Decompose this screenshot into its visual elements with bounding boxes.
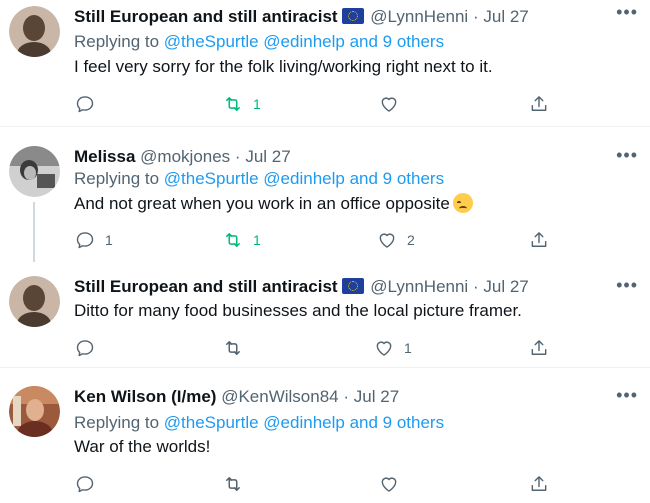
author-handle[interactable]: @LynnHenni xyxy=(370,7,468,26)
reply-icon xyxy=(76,96,94,113)
avatar[interactable] xyxy=(9,386,60,437)
avatar[interactable] xyxy=(9,146,60,197)
heart-icon xyxy=(379,233,395,248)
replying-to-label: Replying to xyxy=(74,32,160,51)
heart-icon xyxy=(381,477,397,492)
tweet-text: War of the worlds! xyxy=(74,437,211,456)
others-link[interactable]: and 9 others xyxy=(350,169,445,188)
author-handle[interactable]: @LynnHenni xyxy=(370,277,468,296)
replying-to-line: Replying to @theSpurtle @edinhelp and 9 … xyxy=(74,31,444,53)
author-name[interactable]: Melissa xyxy=(74,147,135,166)
tweet[interactable]: Still European and still antiracist @Lyn… xyxy=(0,275,650,360)
replying-to-label: Replying to xyxy=(74,169,160,188)
share-button[interactable] xyxy=(529,336,549,360)
tweet-date[interactable]: Jul 27 xyxy=(354,387,399,406)
retweet-button[interactable]: 1 xyxy=(223,228,261,252)
eu-flag-icon xyxy=(341,278,364,294)
author-name[interactable]: Still European and still antiracist xyxy=(74,7,338,26)
tweet[interactable]: Ken Wilson (I/me) @KenWilson84 · Jul 27 … xyxy=(0,385,650,503)
retweet-icon xyxy=(226,233,240,247)
share-icon xyxy=(531,340,547,355)
tweet-date[interactable]: Jul 27 xyxy=(483,7,528,26)
separator-dot: · xyxy=(472,7,479,26)
like-button[interactable]: 1 xyxy=(374,336,412,360)
more-options-icon[interactable]: ••• xyxy=(616,145,638,166)
replying-to-label: Replying to xyxy=(74,413,160,432)
author-handle[interactable]: @mokjones xyxy=(140,147,230,166)
mention-link[interactable]: @edinhelp xyxy=(263,32,345,51)
mention-link[interactable]: @theSpurtle xyxy=(164,169,259,188)
replying-to-line: Replying to @theSpurtle @edinhelp and 9 … xyxy=(74,168,444,190)
retweet-icon xyxy=(226,341,240,355)
retweet-button[interactable] xyxy=(223,472,253,496)
share-button[interactable] xyxy=(529,228,549,252)
disappointed-face-icon xyxy=(452,193,473,213)
reply-icon xyxy=(76,476,94,493)
author-handle[interactable]: @KenWilson84 xyxy=(221,387,338,406)
avatar[interactable] xyxy=(9,276,60,327)
others-link[interactable]: and 9 others xyxy=(350,413,445,432)
eu-flag-icon xyxy=(341,8,364,24)
separator-dot: · xyxy=(343,387,350,406)
replying-to-line: Replying to @theSpurtle @edinhelp and 9 … xyxy=(74,412,444,434)
divider xyxy=(0,367,650,368)
tweet-text: I feel very sorry for the folk living/wo… xyxy=(74,57,493,76)
heart-icon xyxy=(376,341,392,356)
tweet-date[interactable]: Jul 27 xyxy=(245,147,290,166)
tweet[interactable]: Still European and still antiracist @Lyn… xyxy=(0,0,650,124)
tweet-text: And not great when you work in an office… xyxy=(74,193,473,215)
tweet-date[interactable]: Jul 27 xyxy=(483,277,528,296)
reply-button[interactable] xyxy=(75,92,105,116)
mention-link[interactable]: @edinhelp xyxy=(263,169,345,188)
retweet-count: 1 xyxy=(253,232,261,248)
share-button[interactable] xyxy=(529,92,549,116)
like-button[interactable]: 2 xyxy=(377,228,415,252)
retweet-icon xyxy=(226,97,240,111)
reply-button[interactable] xyxy=(75,336,105,360)
author-name[interactable]: Ken Wilson (I/me) xyxy=(74,387,216,406)
more-options-icon[interactable]: ••• xyxy=(616,2,638,23)
heart-icon xyxy=(381,97,397,112)
mention-link[interactable]: @edinhelp xyxy=(263,413,345,432)
reply-icon xyxy=(76,232,94,249)
tweet-text-content: And not great when you work in an office… xyxy=(74,194,450,213)
reply-icon xyxy=(76,340,94,357)
tweet-text: Ditto for many food businesses and the l… xyxy=(74,301,522,320)
retweet-button[interactable]: 1 xyxy=(223,92,261,116)
reply-button[interactable] xyxy=(75,472,105,496)
share-button[interactable] xyxy=(529,472,549,496)
avatar[interactable] xyxy=(9,6,60,57)
share-icon xyxy=(531,232,547,247)
like-button[interactable] xyxy=(379,472,409,496)
reply-button[interactable]: 1 xyxy=(75,228,113,252)
divider xyxy=(0,126,650,127)
separator-dot: · xyxy=(472,277,479,296)
like-count: 1 xyxy=(404,340,412,356)
more-options-icon[interactable]: ••• xyxy=(616,275,638,296)
retweet-icon xyxy=(226,477,240,491)
tweet[interactable]: Melissa @mokjones · Jul 27 ••• Replying … xyxy=(0,145,650,262)
others-link[interactable]: and 9 others xyxy=(350,32,445,51)
more-options-icon[interactable]: ••• xyxy=(616,385,638,406)
mention-link[interactable]: @theSpurtle xyxy=(164,413,259,432)
like-count: 2 xyxy=(407,232,415,248)
retweet-count: 1 xyxy=(253,96,261,112)
mention-link[interactable]: @theSpurtle xyxy=(164,32,259,51)
retweet-button[interactable] xyxy=(223,336,253,360)
like-button[interactable] xyxy=(379,92,409,116)
share-icon xyxy=(531,96,547,111)
share-icon xyxy=(531,476,547,491)
author-name[interactable]: Still European and still antiracist xyxy=(74,277,338,296)
reply-count: 1 xyxy=(105,232,113,248)
separator-dot: · xyxy=(234,147,241,166)
